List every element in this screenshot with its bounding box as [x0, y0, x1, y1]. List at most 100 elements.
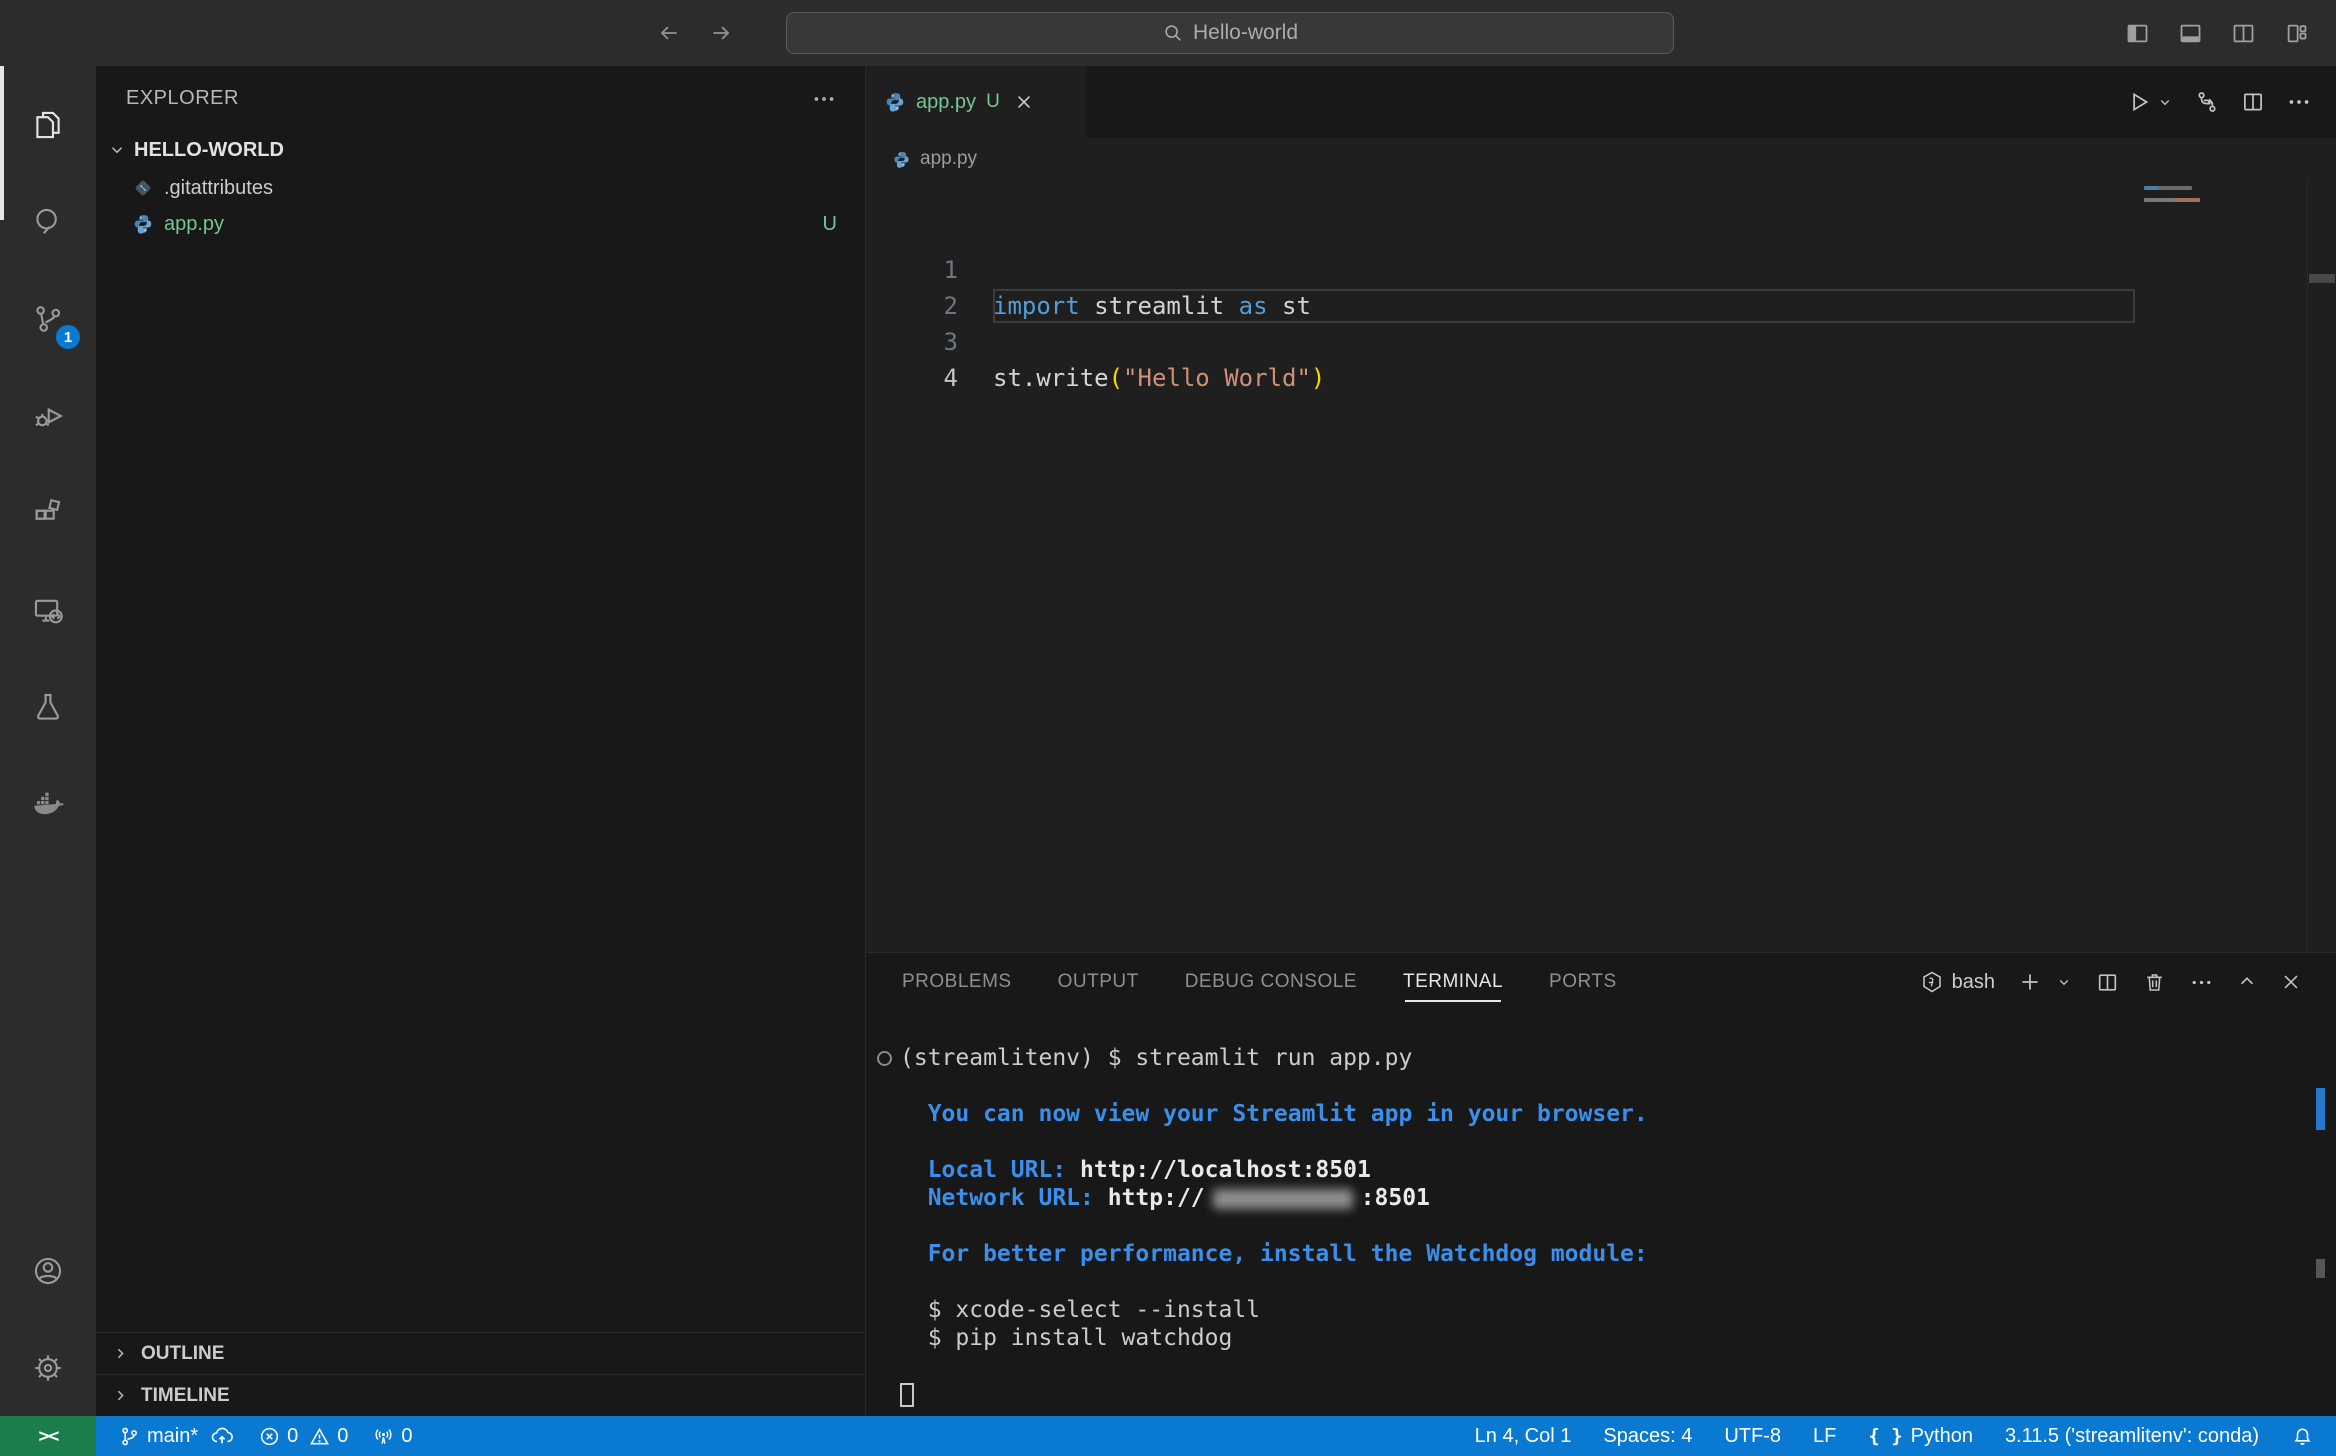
warnings-icon: [308, 1425, 331, 1448]
file-row--gitattributes[interactable]: .gitattributes: [96, 170, 865, 206]
python-icon: [884, 91, 906, 113]
overview-ruler-mark: [2309, 274, 2335, 283]
history-back-icon[interactable]: [656, 20, 682, 46]
sidebar-title: EXPLORER: [126, 87, 239, 110]
maximize-panel-chevron-icon[interactable]: [2236, 971, 2258, 993]
views-more-actions-icon[interactable]: [811, 86, 837, 112]
new-terminal-icon[interactable]: [2017, 969, 2043, 995]
terminal-output[interactable]: (streamlitenv) $ streamlit run app.py Yo…: [900, 1044, 2300, 1408]
run-python-file-icon[interactable]: [2126, 89, 2152, 115]
run-dropdown-chevron-icon[interactable]: [2156, 93, 2174, 111]
terminal-dropdown-chevron-icon[interactable]: [2055, 973, 2073, 991]
remote-indicator[interactable]: ><: [0, 1416, 96, 1456]
publish-cloud-icon: [210, 1424, 234, 1448]
activity-item-run-and-debug[interactable]: [0, 367, 96, 464]
warning-count: 0: [337, 1425, 348, 1448]
network-ip-redacted: [1213, 1189, 1353, 1209]
panel-tab-debug-console[interactable]: DEBUG CONSOLE: [1185, 953, 1357, 1011]
encoding-item[interactable]: UTF-8: [1724, 1425, 1781, 1448]
radio-tower-icon: [372, 1425, 395, 1448]
command-decoration-icon[interactable]: [877, 1051, 892, 1066]
gitattributes-icon: [132, 177, 154, 199]
activity-item-extensions[interactable]: [0, 464, 96, 561]
panel-tab-output[interactable]: OUTPUT: [1058, 953, 1139, 1011]
toggle-sidebar-icon[interactable]: [2124, 20, 2151, 47]
customize-layout-icon[interactable]: [2283, 20, 2310, 47]
activity-item-settings[interactable]: [0, 1319, 96, 1416]
eol-item[interactable]: LF: [1813, 1425, 1836, 1448]
notifications-bell-icon[interactable]: [2291, 1425, 2314, 1448]
history-forward-icon[interactable]: [708, 20, 734, 46]
activity-item-accounts[interactable]: [0, 1222, 96, 1319]
terminal-line: $ xcode-select --install: [900, 1296, 2300, 1324]
close-icon[interactable]: [1014, 92, 1034, 112]
activity-item-remote-explorer[interactable]: [0, 561, 96, 658]
close-panel-icon[interactable]: [2280, 971, 2302, 993]
scm-changes-badge: 1: [56, 325, 80, 349]
terminal-scrollbar-thumb[interactable]: [2316, 1259, 2325, 1278]
terminal-line: (streamlitenv) $ streamlit run app.py: [900, 1044, 2300, 1072]
terminal-line: Local URL: http://localhost:8501: [900, 1156, 2300, 1184]
minimap[interactable]: [2136, 178, 2308, 952]
code-line-1: 1 import streamlit as st: [866, 180, 2336, 216]
terminal-shell-label: bash: [1952, 971, 1995, 994]
command-center-search[interactable]: Hello-world: [786, 12, 1674, 54]
language-mode-item[interactable]: { } Python: [1868, 1425, 1973, 1448]
terminal-line: [900, 1128, 2300, 1156]
ports-count: 0: [401, 1425, 412, 1448]
problems-item[interactable]: 0 0: [250, 1425, 356, 1448]
terminal-line: Network URL: http://:8501: [900, 1184, 2300, 1212]
panel-tab-problems[interactable]: PROBLEMS: [902, 953, 1012, 1011]
file-row-app-py[interactable]: app.py U: [96, 206, 865, 242]
terminal-line: $ pip install watchdog: [900, 1324, 2300, 1352]
section-outline[interactable]: OUTLINE: [96, 1332, 865, 1374]
python-icon: [132, 213, 154, 235]
bottom-panel: PROBLEMS OUTPUT DEBUG CONSOLE TERMINAL P…: [866, 952, 2336, 1416]
tab-app-py[interactable]: app.py U: [866, 66, 1086, 138]
code-area[interactable]: 1 import streamlit as st 2 3 st.write("H…: [866, 180, 2336, 324]
python-interpreter-item[interactable]: 3.11.5 ('streamlitenv': conda): [2005, 1425, 2259, 1448]
split-terminal-icon[interactable]: [2095, 970, 2120, 995]
remote-icon: ><: [39, 1425, 58, 1447]
error-count: 0: [287, 1425, 298, 1448]
python-icon: [892, 150, 911, 169]
terminal-cursor: [900, 1383, 914, 1407]
indentation-item[interactable]: Spaces: 4: [1603, 1425, 1692, 1448]
editor-more-actions-icon[interactable]: [2286, 89, 2312, 115]
activity-item-source-control[interactable]: 1: [0, 270, 96, 367]
current-line-highlight: [993, 289, 2135, 323]
panel-tab-ports[interactable]: PORTS: [1549, 953, 1617, 1011]
breadcrumb[interactable]: app.py: [866, 138, 2336, 180]
panel-tab-terminal[interactable]: TERMINAL: [1403, 953, 1503, 1011]
terminal-line: You can now view your Streamlit app in y…: [900, 1100, 2300, 1128]
code-line-2: 2: [866, 216, 2336, 252]
workspace-folder-row[interactable]: HELLO-WORLD: [96, 130, 865, 170]
chevron-down-icon: [108, 141, 126, 159]
editor-layout-icon[interactable]: [2230, 20, 2257, 47]
terminal-overview-command-mark: [2316, 1088, 2325, 1130]
open-changes-icon[interactable]: [2194, 89, 2220, 115]
section-label: OUTLINE: [141, 1343, 224, 1365]
file-name: .gitattributes: [164, 177, 273, 200]
kill-terminal-trash-icon[interactable]: [2142, 970, 2167, 995]
terminal-line: [900, 1380, 2300, 1408]
activity-item-testing[interactable]: [0, 658, 96, 755]
forwarded-ports-item[interactable]: 0: [364, 1425, 420, 1448]
panel-more-actions-icon[interactable]: [2189, 970, 2214, 995]
explorer-sidebar: EXPLORER HELLO-WORLD .gitattributes app.…: [96, 66, 866, 1416]
activity-item-docker[interactable]: [0, 755, 96, 852]
terminal-line: [900, 1212, 2300, 1240]
terminal-instance-chip[interactable]: bash: [1920, 970, 1995, 994]
cursor-position-item[interactable]: Ln 4, Col 1: [1475, 1425, 1572, 1448]
search-icon: [1162, 22, 1184, 44]
editor-group[interactable]: app.py U app.py 1 import streamlit as st…: [866, 66, 2336, 952]
activity-item-search[interactable]: [0, 173, 96, 270]
tab-untracked-badge: U: [986, 91, 1000, 113]
split-editor-icon[interactable]: [2240, 89, 2266, 115]
section-timeline[interactable]: TIMELINE: [96, 1374, 865, 1416]
file-name: app.py: [164, 213, 224, 236]
activity-item-explorer[interactable]: [0, 76, 96, 173]
toggle-panel-icon[interactable]: [2177, 20, 2204, 47]
errors-icon: [258, 1425, 281, 1448]
git-branch-item[interactable]: main*: [110, 1424, 242, 1448]
